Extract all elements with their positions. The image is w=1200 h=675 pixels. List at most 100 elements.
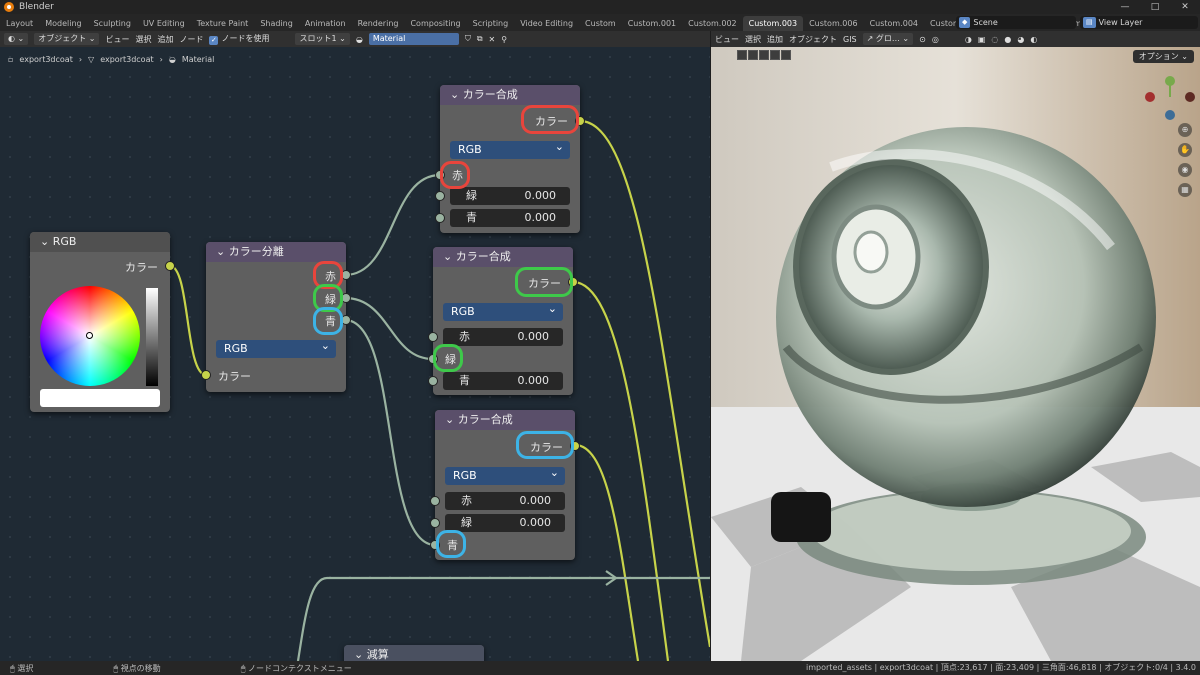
combine3-green-field[interactable]: 緑 0.000 <box>445 514 565 532</box>
app-title: Blender <box>19 2 54 12</box>
combine1-blue-socket[interactable] <box>435 213 445 223</box>
camera-icon[interactable]: ◉ <box>1178 163 1192 177</box>
separate-mode-dropdown[interactable]: RGB <box>216 337 336 358</box>
workspace-tab[interactable]: UV Editing <box>137 16 191 31</box>
shield-icon[interactable]: ⛉ <box>465 34 471 44</box>
use-nodes-toggle[interactable]: ✓ ノードを使用 <box>209 33 269 45</box>
workspace-tab[interactable]: Texture Paint <box>191 16 255 31</box>
workspace-tab[interactable]: Compositing <box>404 16 466 31</box>
view-menu[interactable]: ビュー <box>105 34 129 45</box>
mode-dropdown[interactable]: オブジェクト ⌄ <box>34 33 100 45</box>
3d-viewport[interactable]: オプション ⌄ ⊕ ✋ ◉ ▦ <box>711 47 1200 661</box>
separate-node-header[interactable]: ⌄ カラー分離 <box>206 242 346 262</box>
combine2-mode-dropdown[interactable]: RGB <box>443 300 563 321</box>
vp-view-menu[interactable]: ビュー <box>715 34 739 45</box>
separate-color-input-socket[interactable] <box>201 370 211 380</box>
combine2-red-socket[interactable] <box>428 332 438 342</box>
select-subtract-icon[interactable] <box>759 50 769 60</box>
combine3-title: カラー合成 <box>457 413 513 426</box>
add-menu[interactable]: 追加 <box>157 34 173 45</box>
rgb-output-socket[interactable] <box>165 261 175 271</box>
workspace-tab[interactable]: Modeling <box>39 16 87 31</box>
combine3-green-socket[interactable] <box>430 518 440 528</box>
options-dropdown[interactable]: オプション ⌄ <box>1132 50 1194 63</box>
xray-icon[interactable]: ▣ <box>978 35 986 44</box>
gizmo-y-axis[interactable] <box>1165 76 1175 86</box>
select-menu[interactable]: 選択 <box>135 34 151 45</box>
slot-dropdown[interactable]: スロット1 ⌄ <box>295 33 350 45</box>
workspace-tab[interactable]: Sculpting <box>88 16 137 31</box>
select-intersect-icon[interactable] <box>781 50 791 60</box>
shading-material-icon[interactable]: ◕ <box>1017 35 1024 44</box>
workspace-tab[interactable]: Custom.003 <box>742 16 804 31</box>
combine3-mode-dropdown[interactable]: RGB <box>445 464 565 485</box>
color-wheel-cursor[interactable] <box>86 332 93 339</box>
gizmo-x-neg-axis[interactable] <box>1145 92 1155 102</box>
combine3-header[interactable]: ⌄ カラー合成 <box>435 410 575 430</box>
rgb-node[interactable]: ⌄ RGB カラー <box>30 232 175 412</box>
delete-icon[interactable]: ✕ <box>489 35 496 44</box>
node-menu[interactable]: ノード <box>179 34 203 45</box>
view-layer-selector[interactable]: ▤ View Layer <box>1080 16 1198 29</box>
workspace-tab[interactable]: Custom.001 <box>622 16 682 31</box>
overlay-icon[interactable]: ◑ <box>965 35 972 44</box>
scene-selector[interactable]: ◆ Scene <box>956 16 1076 29</box>
status-select: 🖱 選択 <box>10 663 34 673</box>
vp-object-menu[interactable]: オブジェクト <box>789 34 837 45</box>
workspace-tab[interactable]: Custom <box>579 16 622 31</box>
material-field[interactable]: Material <box>368 33 459 45</box>
mode-label: オブジェクト <box>38 34 87 43</box>
combine3-red-socket[interactable] <box>430 496 440 506</box>
minimize-button[interactable]: — <box>1110 0 1140 14</box>
subtract-node[interactable]: ⌄ 減算 <box>344 645 484 661</box>
pan-hand-icon[interactable]: ✋ <box>1178 143 1192 157</box>
workspace-tab[interactable]: Custom.004 <box>864 16 924 31</box>
shading-rendered-icon[interactable]: ◐ <box>1030 35 1037 44</box>
combine1-blue-field[interactable]: 青 0.000 <box>450 209 570 227</box>
grid-icon[interactable]: ▦ <box>1178 183 1192 197</box>
gizmo-z-axis[interactable] <box>1165 110 1175 120</box>
combine3-red-field[interactable]: 赤 0.000 <box>445 492 565 510</box>
value-slider[interactable] <box>146 288 158 386</box>
shading-wireframe-icon[interactable]: ◌ <box>991 35 998 44</box>
gizmo-x-axis[interactable] <box>1185 92 1195 102</box>
transform-orientation-dropdown[interactable]: ↗ グロ… ⌄ <box>862 33 914 45</box>
vp-gis-menu[interactable]: GIS <box>843 35 857 44</box>
combine1-mode-dropdown[interactable]: RGB <box>450 138 570 159</box>
maximize-button[interactable]: □ <box>1140 0 1170 14</box>
combine1-header[interactable]: ⌄ カラー合成 <box>440 85 580 105</box>
workspace-tab[interactable]: Animation <box>299 16 352 31</box>
use-nodes-label: ノードを使用 <box>221 34 270 43</box>
combine2-header[interactable]: ⌄ カラー合成 <box>433 247 573 267</box>
select-invert-icon[interactable] <box>770 50 780 60</box>
combine1-green-socket[interactable] <box>435 191 445 201</box>
vp-select-menu[interactable]: 選択 <box>745 34 761 45</box>
select-extend-icon[interactable] <box>748 50 758 60</box>
color-swatch[interactable] <box>40 389 160 407</box>
close-button[interactable]: ✕ <box>1170 0 1200 14</box>
workspace-tab[interactable]: Rendering <box>352 16 405 31</box>
combine2-blue-socket[interactable] <box>428 376 438 386</box>
workspace-tab[interactable]: Layout <box>0 16 39 31</box>
duplicate-icon[interactable]: ⧉ <box>477 34 483 44</box>
rgb-node-header[interactable]: ⌄ RGB <box>30 232 170 252</box>
zoom-icon[interactable]: ⊕ <box>1178 123 1192 137</box>
workspace-tab[interactable]: Custom.006 <box>803 16 863 31</box>
editor-type-button[interactable]: ◐ ⌄ <box>4 33 29 45</box>
vp-add-menu[interactable]: 追加 <box>767 34 783 45</box>
combine2-blue-field[interactable]: 青 0.000 <box>443 372 563 390</box>
combine2-red-field[interactable]: 赤 0.000 <box>443 328 563 346</box>
workspace-tab[interactable]: Video Editing <box>514 16 579 31</box>
shading-solid-icon[interactable]: ● <box>1004 35 1011 44</box>
workspace-tab[interactable]: Shading <box>254 16 299 31</box>
workspace-tab[interactable]: Custom.002 <box>682 16 742 31</box>
select-box-icon[interactable] <box>737 50 747 60</box>
snap-icon[interactable]: ⊙ <box>919 35 926 44</box>
proportional-edit-icon[interactable]: ◎ <box>932 35 939 44</box>
pin-icon[interactable]: ⚲ <box>501 35 507 44</box>
combine1-green-field[interactable]: 緑 0.000 <box>450 187 570 205</box>
node-editor[interactable]: ▫ export3dcoat › ▽ export3dcoat › ◒ Mate… <box>0 47 710 661</box>
subtract-header[interactable]: ⌄ 減算 <box>344 645 484 661</box>
workspace-tab[interactable]: Scripting <box>467 16 515 31</box>
window-controls: — □ ✕ <box>1110 0 1200 14</box>
